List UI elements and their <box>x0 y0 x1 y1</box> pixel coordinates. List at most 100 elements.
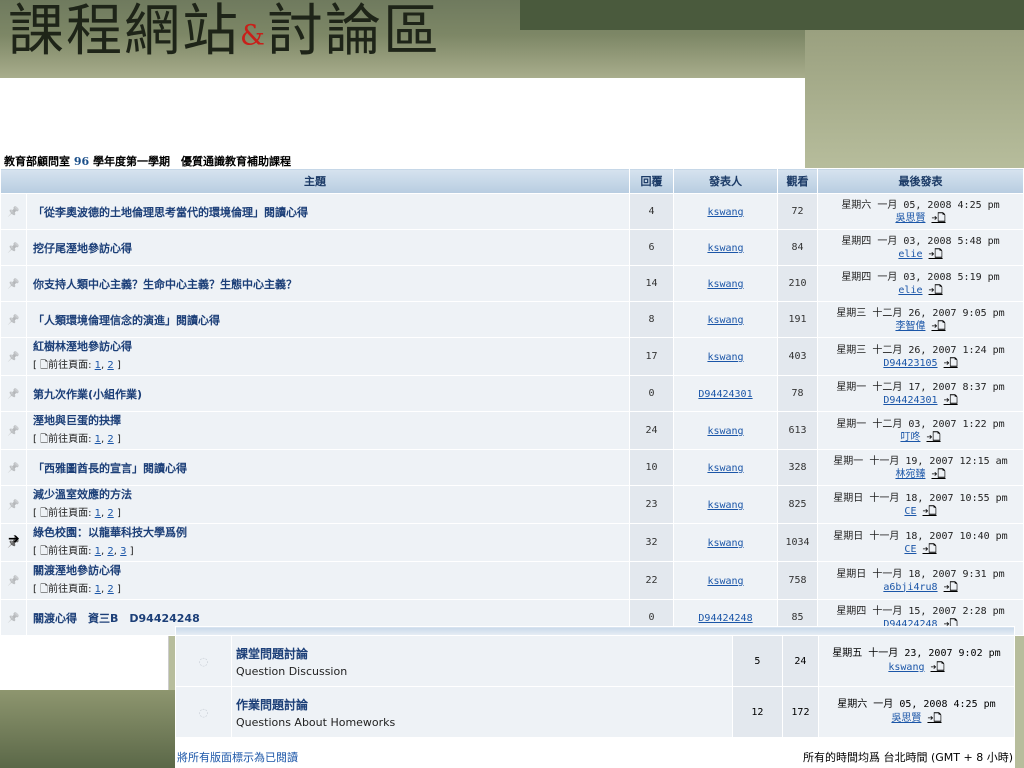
view-latest-post-icon[interactable]: ➔🗋 <box>931 469 945 480</box>
author-cell: kswang <box>673 229 778 266</box>
topic-pages: [ 🗋前往頁面: 1, 2 ] <box>33 580 629 599</box>
view-latest-post-icon[interactable]: ➔🗋 <box>944 395 958 406</box>
author-link[interactable]: kswang <box>707 207 743 218</box>
forum-folder-icon: ◌ <box>198 654 209 668</box>
mouse-pointer-icon: ➔ <box>8 531 20 547</box>
view-latest-post-icon[interactable]: ➔🗋 <box>944 582 958 593</box>
view-latest-post-icon[interactable]: ➔🗋 <box>944 358 958 369</box>
forum-last-post-user[interactable]: 吳思賢 <box>891 713 921 724</box>
last-post-user[interactable]: CE <box>904 544 916 555</box>
header-topic: 主題 <box>0 168 630 194</box>
topic-title-link[interactable]: 溼地與巨蛋的抉擇 <box>33 414 121 427</box>
topic-title-cell: 「人類環境倫理信念的演進」閱讀心得 <box>26 301 630 338</box>
topic-status-cell: 📌 <box>0 193 27 230</box>
last-post-date: 星期四 十一月 15, 2007 2:28 pm <box>836 605 1005 617</box>
last-post-user[interactable]: elie <box>898 285 922 296</box>
author-link[interactable]: kswang <box>707 426 743 437</box>
mark-all-read-link[interactable]: 將所有版面標示為已閱讀 <box>177 749 298 765</box>
goto-page-label: [ 🗋前往頁面: <box>33 434 95 445</box>
last-post-date: 星期日 十一月 18, 2007 10:55 pm <box>833 492 1008 504</box>
topic-status-cell: 📌 <box>0 337 27 376</box>
author-link[interactable]: kswang <box>707 279 743 290</box>
author-cell: kswang <box>673 485 778 524</box>
header-author: 發表人 <box>673 168 778 194</box>
last-post-user[interactable]: elie <box>898 249 922 260</box>
last-post-user-line: 林宛臻 ➔🗋 <box>818 468 1023 481</box>
topic-title-link[interactable]: 關渡溼地參訪心得 <box>33 564 121 577</box>
topic-title-link[interactable]: 紅樹林溼地參訪心得 <box>33 340 132 353</box>
last-post-user[interactable]: 李智偉 <box>895 321 925 332</box>
forum-name-link[interactable]: 課堂問題討論 <box>236 647 308 661</box>
topic-title-link[interactable]: 綠色校園：以龍華科技大學爲例 <box>33 526 187 539</box>
author-link[interactable]: kswang <box>707 243 743 254</box>
footer-bar: 將所有版面標示為已閱讀 所有的時間均爲 台北時間 (GMT + 8 小時) <box>175 748 1015 768</box>
last-post-cell: 星期三 十二月 26, 2007 9:05 pm 李智偉 ➔🗋 <box>817 301 1024 338</box>
header-last-post: 最後發表 <box>817 168 1024 194</box>
author-link[interactable]: kswang <box>707 315 743 326</box>
pin-icon: 📌 <box>7 352 20 363</box>
author-cell: kswang <box>673 449 778 486</box>
forum-topics-count: 5 <box>731 635 783 687</box>
topic-title-link[interactable]: 關渡心得 資三B D94424248 <box>33 612 200 625</box>
last-post-user[interactable]: CE <box>904 506 916 517</box>
last-post-cell: 星期一 十二月 17, 2007 8:37 pm D94424301 ➔🗋 <box>817 375 1024 412</box>
last-post-user[interactable]: D94424301 <box>883 395 937 406</box>
last-post-date: 星期一 十二月 17, 2007 8:37 pm <box>836 381 1005 393</box>
topic-title-link[interactable]: 「人類環境倫理信念的演進」閱讀心得 <box>33 314 220 327</box>
topic-title-link[interactable]: 減少溫室效應的方法 <box>33 488 132 501</box>
view-latest-post-icon[interactable]: ➔🗋 <box>929 249 943 260</box>
goto-page-close: ] <box>113 360 121 371</box>
table-row: 📌 關渡溼地參訪心得 [ 🗋前往頁面: 1, 2 ] 22 kswang 758 星期日 十… <box>0 561 1024 600</box>
view-latest-post-icon[interactable]: ➔🗋 <box>931 662 945 673</box>
table-row: 📌 綠色校園：以龍華科技大學爲例[ 🗋前往頁面: 1, 2, 3 ] 32 kswan… <box>0 523 1024 562</box>
author-link[interactable]: kswang <box>707 352 743 363</box>
last-post-date: 星期三 十二月 26, 2007 1:24 pm <box>836 344 1005 356</box>
forum-row: ◌ 作業問題討論 Questions About Homeworks 12 172 星期六… <box>175 686 1016 738</box>
pin-icon: 📌 <box>7 576 20 587</box>
last-post-user[interactable]: 叮咚 <box>900 432 920 443</box>
last-post-user[interactable]: 吳思賢 <box>895 213 925 224</box>
forum-last-post-user[interactable]: kswang <box>888 662 924 673</box>
topic-title-link[interactable]: 第九次作業(小組作業) <box>33 388 142 401</box>
view-latest-post-icon[interactable]: ➔🗋 <box>923 544 937 555</box>
topic-title-link[interactable]: 「西雅圖酋長的宣言」閱讀心得 <box>33 462 187 475</box>
topic-pages: [ 🗋前往頁面: 1, 2 ] <box>33 504 629 523</box>
replies-count: 4 <box>629 193 674 230</box>
author-link[interactable]: D94424248 <box>698 613 752 624</box>
author-link[interactable]: kswang <box>707 538 743 549</box>
slide-header-stripe <box>520 0 1024 30</box>
author-link[interactable]: D94424301 <box>698 389 752 400</box>
view-latest-post-icon[interactable]: ➔🗋 <box>929 285 943 296</box>
last-post-user[interactable]: D94423105 <box>883 358 937 369</box>
forum-description: Question Discussion <box>236 664 348 678</box>
forum-main-cell: 作業問題討論 Questions About Homeworks <box>231 686 733 738</box>
last-post-user[interactable]: 林宛臻 <box>895 469 925 480</box>
author-link[interactable]: kswang <box>707 463 743 474</box>
view-latest-post-icon[interactable]: ➔🗋 <box>923 506 937 517</box>
topic-status-cell: 📌 <box>0 485 27 524</box>
topic-title-link[interactable]: 你支持人類中心主義？生命中心主義？生態中心主義？ <box>33 278 297 291</box>
view-latest-post-icon[interactable]: ➔🗋 <box>927 713 941 724</box>
views-count: 191 <box>777 301 818 338</box>
author-link[interactable]: kswang <box>707 576 743 587</box>
forum-last-post-date: 星期五 十一月 23, 2007 9:02 pm <box>832 648 1001 659</box>
last-post-cell: 星期一 十二月 03, 2007 1:22 pm 叮咚 ➔🗋 <box>817 411 1024 450</box>
last-post-user[interactable]: a6bji4ru8 <box>883 582 937 593</box>
view-latest-post-icon[interactable]: ➔🗋 <box>926 432 940 443</box>
forum-last-post-user-line: kswang ➔🗋 <box>819 661 1014 675</box>
topic-title-link[interactable]: 「從李奧波德的土地倫理思考當代的環境倫理」閱讀心得 <box>33 206 308 219</box>
table-row: 📌 挖仔尾溼地參訪心得 6 kswang 84 星期四 一月 03, 2008 5:48 … <box>0 229 1024 266</box>
author-link[interactable]: kswang <box>707 500 743 511</box>
author-cell: kswang <box>673 301 778 338</box>
forum-name-link[interactable]: 作業問題討論 <box>236 698 308 712</box>
topic-title-link[interactable]: 挖仔尾溼地參訪心得 <box>33 242 132 255</box>
replies-count: 14 <box>629 265 674 302</box>
last-post-cell: 星期四 一月 03, 2008 5:19 pm elie ➔🗋 <box>817 265 1024 302</box>
view-latest-post-icon[interactable]: ➔🗋 <box>931 213 945 224</box>
view-latest-post-icon[interactable]: ➔🗋 <box>931 321 945 332</box>
topic-status-cell: 📌 <box>0 599 27 636</box>
topic-title-cell: 「西雅圖酋長的宣言」閱讀心得 <box>26 449 630 486</box>
forum-last-post-cell: 星期五 十一月 23, 2007 9:02 pm kswang ➔🗋 <box>817 635 1016 687</box>
forum-table: ◌ 課堂問題討論 Question Discussion 5 24 星期五 十一月 23,… <box>175 626 1016 738</box>
header-views: 觀看 <box>777 168 818 194</box>
